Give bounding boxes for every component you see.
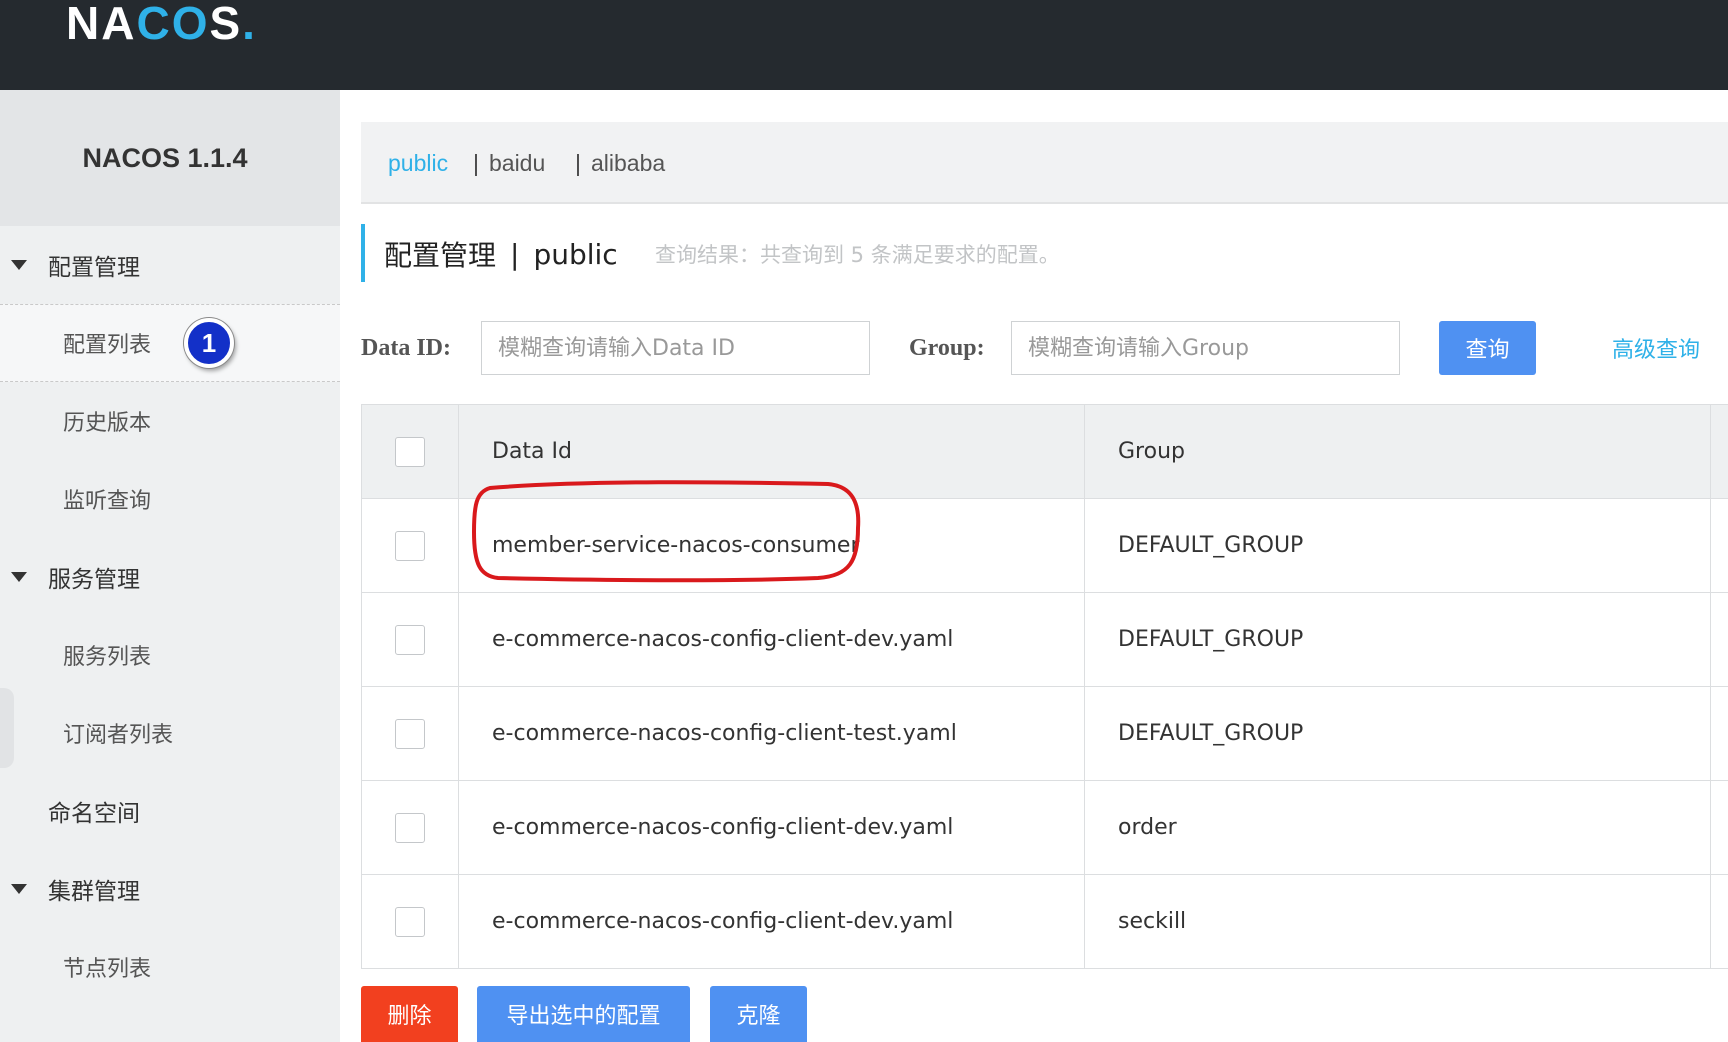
row-checkbox[interactable] xyxy=(395,624,425,655)
table-row: e-commerce-nacos-config-client-dev.yaml … xyxy=(361,875,1728,969)
step-number-badge: 1 xyxy=(184,318,234,368)
sidebar-group-service-management[interactable]: 服务管理 xyxy=(0,538,340,616)
group-cell: DEFAULT_GROUP xyxy=(1085,499,1711,592)
page-title-separator: | xyxy=(510,237,520,271)
dataid-label: Data ID: xyxy=(361,334,451,361)
sidebar-group-label: 配置管理 xyxy=(48,255,140,281)
row-checkbox[interactable] xyxy=(395,718,425,749)
export-selected-button[interactable]: 导出选中的配置 xyxy=(477,986,690,1042)
caret-down-icon xyxy=(11,884,27,894)
sidebar-item-subscriber-list[interactable]: 订阅者列表 xyxy=(0,694,340,772)
sidebar-item-namespace[interactable]: 命名空间 xyxy=(0,772,340,850)
page-title-namespace: public xyxy=(533,237,618,271)
sidebar-item-config-list[interactable]: 配置列表 1 xyxy=(0,304,340,382)
group-search-input[interactable] xyxy=(1011,321,1400,375)
logo-text-na: NA xyxy=(66,0,137,49)
page-title-text: 配置管理 xyxy=(384,239,497,272)
row-select-cell xyxy=(362,875,459,968)
sidebar-item-label: 配置列表 xyxy=(63,333,152,358)
data-id-cell: e-commerce-nacos-config-client-dev.yaml xyxy=(459,781,1085,874)
logo-text-s: S xyxy=(209,0,243,49)
highlight-annotation xyxy=(472,480,861,583)
dataid-search-input[interactable] xyxy=(481,321,870,375)
row-select-cell xyxy=(362,499,459,592)
caret-down-icon xyxy=(11,572,27,582)
namespace-tab-baidu[interactable]: | baidu xyxy=(473,122,545,204)
group-cell: order xyxy=(1085,781,1711,874)
sidebar-item-node-list[interactable]: 节点列表 xyxy=(0,928,340,1006)
column-header-group[interactable]: Group xyxy=(1085,405,1711,498)
logo-dot: . xyxy=(242,0,257,49)
delete-button[interactable]: 删除 xyxy=(361,986,458,1042)
sidebar-item-history-versions[interactable]: 历史版本 xyxy=(0,382,340,460)
namespace-bar: public | baidu | alibaba xyxy=(361,122,1728,204)
group-label: Group: xyxy=(909,334,985,361)
table-row: e-commerce-nacos-config-client-dev.yaml … xyxy=(361,781,1728,875)
clone-button[interactable]: 克隆 xyxy=(710,986,807,1042)
caret-down-icon xyxy=(11,260,27,270)
sidebar-item-label: 节点列表 xyxy=(63,957,152,982)
group-cell: DEFAULT_GROUP xyxy=(1085,593,1711,686)
query-button[interactable]: 查询 xyxy=(1439,321,1536,375)
namespace-separator: | xyxy=(575,149,581,176)
sidebar-group-config-management[interactable]: 配置管理 xyxy=(0,226,340,304)
logo-text-c: C xyxy=(136,0,172,49)
namespace-tab-public[interactable]: public xyxy=(388,122,448,204)
top-navbar: NA C O S. xyxy=(0,0,1728,90)
sidebar-title: NACOS 1.1.4 xyxy=(0,90,340,226)
row-checkbox[interactable] xyxy=(395,906,425,937)
sidebar-item-label: 监听查询 xyxy=(63,489,152,514)
sidebar-item-label: 服务列表 xyxy=(63,645,152,670)
page-title: 配置管理 | public xyxy=(384,226,618,282)
advanced-query-link[interactable]: 高级查询 xyxy=(1612,321,1700,375)
nacos-logo[interactable]: NA C O S. xyxy=(66,0,257,49)
select-all-cell xyxy=(362,405,459,498)
sidebar-group-label: 服务管理 xyxy=(48,567,140,593)
row-select-cell xyxy=(362,687,459,780)
sidebar-group-label: 集群管理 xyxy=(48,879,140,905)
sidebar-group-cluster-management[interactable]: 集群管理 xyxy=(0,850,340,928)
data-id-cell: e-commerce-nacos-config-client-dev.yaml xyxy=(459,875,1085,968)
sidebar-group-label: 命名空间 xyxy=(48,801,140,827)
data-id-cell: e-commerce-nacos-config-client-test.yaml xyxy=(459,687,1085,780)
logo-text-o: O xyxy=(171,0,210,49)
query-result-hint: 查询结果：共查询到 5 条满足要求的配置。 xyxy=(655,243,1060,267)
sidebar-item-listener-query[interactable]: 监听查询 xyxy=(0,460,340,538)
sidebar-item-service-list[interactable]: 服务列表 xyxy=(0,616,340,694)
namespace-separator: | xyxy=(473,149,479,176)
sidebar-collapse-handle[interactable] xyxy=(0,688,14,768)
table-row: e-commerce-nacos-config-client-test.yaml… xyxy=(361,687,1728,781)
title-accent-bar xyxy=(361,224,365,282)
namespace-tab-alibaba[interactable]: | alibaba xyxy=(575,122,665,204)
namespace-tab-label: public xyxy=(388,149,449,176)
group-cell: seckill xyxy=(1085,875,1711,968)
sidebar-item-label: 历史版本 xyxy=(63,411,152,436)
table-row: e-commerce-nacos-config-client-dev.yaml … xyxy=(361,593,1728,687)
select-all-checkbox[interactable] xyxy=(395,436,425,467)
namespace-tab-label: alibaba xyxy=(590,149,666,176)
sidebar-item-label: 订阅者列表 xyxy=(63,723,174,748)
data-id-cell: e-commerce-nacos-config-client-dev.yaml xyxy=(459,593,1085,686)
row-checkbox[interactable] xyxy=(395,530,425,561)
row-select-cell xyxy=(362,593,459,686)
namespace-tab-label: baidu xyxy=(488,149,546,176)
row-select-cell xyxy=(362,781,459,874)
row-checkbox[interactable] xyxy=(395,812,425,843)
sidebar: NACOS 1.1.4 配置管理 配置列表 1 历史版本 监听查询 服务管理 服… xyxy=(0,90,340,1042)
group-cell: DEFAULT_GROUP xyxy=(1085,687,1711,780)
